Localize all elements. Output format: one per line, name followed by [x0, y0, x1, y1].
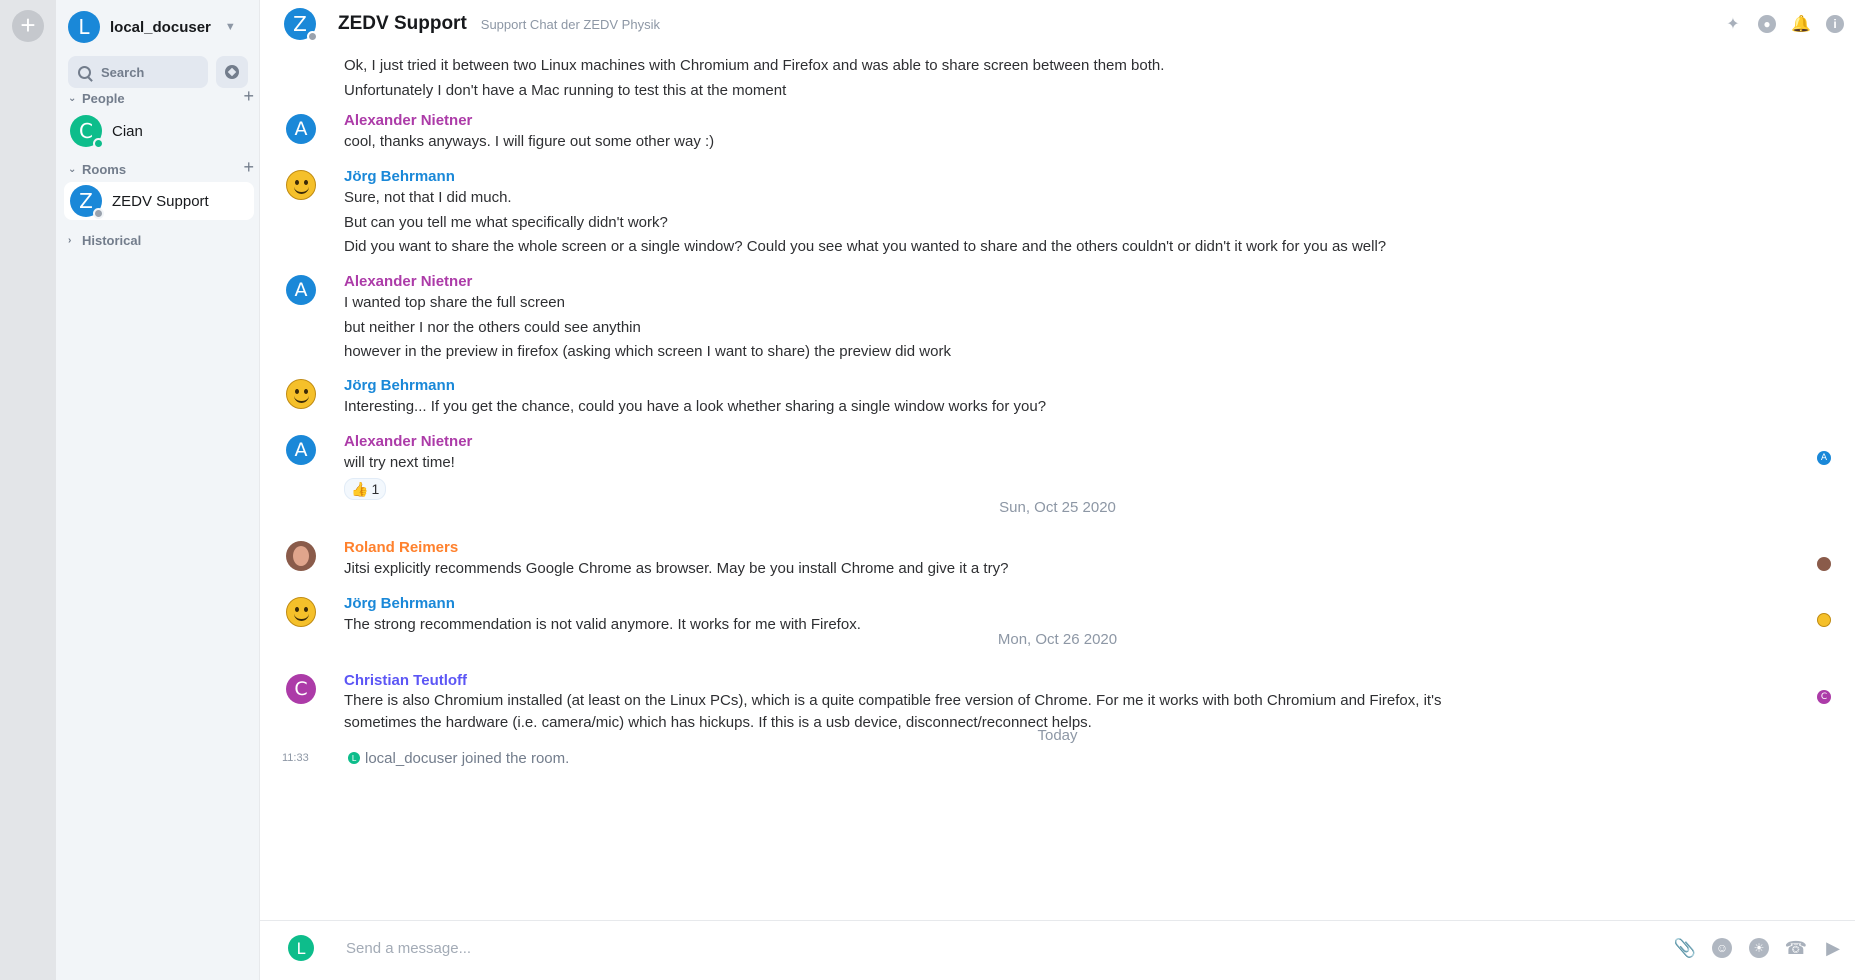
- section-historical-header[interactable]: › Historical: [68, 230, 254, 250]
- sender-name[interactable]: Alexander Nietner: [344, 433, 472, 450]
- people-item-label: Cian: [112, 122, 143, 140]
- message-body: I wanted top share the full screen: [344, 294, 565, 311]
- message-body: Ok, I just tried it between two Linux ma…: [344, 57, 1165, 74]
- section-historical-label: Historical: [82, 232, 142, 248]
- user-menu-button[interactable]: L local_docuser ▼: [68, 10, 254, 44]
- reaction-count: 1: [371, 481, 380, 497]
- composer-avatar: L: [288, 935, 314, 961]
- create-space-button[interactable]: +: [12, 10, 44, 42]
- search-icon[interactable]: ●: [1757, 14, 1777, 34]
- message-body: Sure, not that I did much.: [344, 189, 512, 206]
- search-icon: [78, 65, 91, 79]
- sender-name[interactable]: Roland Reimers: [344, 539, 458, 556]
- date-separator: Sun, Oct 25 2020: [999, 499, 1116, 516]
- emoji-icon[interactable]: ☺: [1712, 938, 1732, 958]
- message-body: however in the preview in firefox (askin…: [344, 343, 951, 360]
- chevron-right-icon: ›: [68, 234, 72, 246]
- message-body: But can you tell me what specifically di…: [344, 214, 668, 231]
- section-people-label: People: [82, 90, 125, 106]
- video-call-icon[interactable]: ▶: [1823, 938, 1843, 958]
- sender-name[interactable]: Jörg Behrmann: [344, 168, 455, 185]
- voice-call-icon[interactable]: ☎: [1785, 938, 1807, 958]
- reaction-thumbs-up[interactable]: 👍 1: [344, 478, 387, 500]
- room-header: Z ZEDV Support Support Chat der ZEDV Phy…: [260, 0, 1855, 48]
- add-person-button[interactable]: +: [243, 86, 254, 107]
- room-topic: Support Chat der ZEDV Physik: [480, 16, 660, 32]
- search-placeholder: Search: [101, 64, 145, 80]
- attachment-icon[interactable]: 📎: [1674, 938, 1696, 958]
- shield-icon: [307, 31, 318, 42]
- chevron-down-icon: ⌄: [68, 163, 77, 175]
- people-item-cian[interactable]: C Cian: [64, 112, 254, 150]
- message-composer: L Send a message... 📎 ☺ ☀ ☎ ▶: [260, 920, 1855, 980]
- room-item-label: ZEDV Support: [112, 192, 209, 210]
- avatar[interactable]: [286, 170, 316, 200]
- online-status-icon: [93, 138, 104, 149]
- avatar[interactable]: [286, 541, 316, 571]
- compass-icon: [225, 65, 239, 79]
- shield-icon: [93, 208, 104, 219]
- avatar[interactable]: A: [286, 435, 316, 465]
- timeline: Ok, I just tried it between two Linux ma…: [260, 48, 1855, 920]
- read-receipt-avatar[interactable]: [1817, 613, 1831, 627]
- chevron-down-icon: ▼: [224, 21, 236, 33]
- avatar: L: [348, 752, 360, 764]
- message-body: Interesting... If you get the chance, co…: [344, 398, 1047, 415]
- avatar[interactable]: [286, 597, 316, 627]
- sender-name[interactable]: Christian Teutloff: [344, 672, 467, 689]
- event-timestamp: 11:33: [282, 752, 309, 764]
- add-room-button[interactable]: +: [243, 157, 254, 178]
- threads-icon[interactable]: ✦: [1723, 14, 1743, 34]
- header-actions: ✦ ● 🔔 i: [1723, 14, 1845, 34]
- explore-rooms-button[interactable]: [216, 56, 248, 88]
- event-text: local_docuser joined the room.: [365, 749, 570, 767]
- read-receipt-avatar[interactable]: A: [1817, 451, 1831, 465]
- room-list-panel: L local_docuser ▼ Search ⌄ People + C Ci…: [56, 0, 260, 980]
- composer-actions: 📎 ☺ ☀ ☎ ▶: [1674, 938, 1843, 958]
- search-input[interactable]: Search: [68, 56, 208, 88]
- room-item-zedv-support[interactable]: Z ZEDV Support: [64, 182, 254, 220]
- chevron-down-icon: ⌄: [68, 92, 77, 104]
- membership-event: 11:33 L local_docuser joined the room.: [282, 748, 1831, 768]
- message-body: Did you want to share the whole screen o…: [344, 238, 1387, 255]
- thumbs-up-icon: 👍: [351, 480, 369, 497]
- avatar[interactable]: A: [286, 114, 316, 144]
- avatar[interactable]: [286, 379, 316, 409]
- sticker-icon[interactable]: ☀: [1749, 938, 1769, 958]
- message-body: will try next time!: [344, 454, 455, 471]
- sender-name[interactable]: Jörg Behrmann: [344, 595, 455, 612]
- message-body: Jitsi explicitly recommends Google Chrom…: [344, 560, 1009, 577]
- section-people-header[interactable]: ⌄ People +: [68, 86, 254, 108]
- message-body: cool, thanks anyways. I will figure out …: [344, 133, 715, 150]
- avatar: Z: [70, 185, 104, 219]
- sender-name[interactable]: Alexander Nietner: [344, 112, 472, 129]
- message-body: Unfortunately I don't have a Mac running…: [344, 82, 787, 99]
- user-name: local_docuser: [110, 18, 211, 36]
- sender-name[interactable]: Jörg Behrmann: [344, 377, 455, 394]
- date-separator: Mon, Oct 26 2020: [997, 631, 1118, 648]
- user-avatar: L: [68, 11, 100, 43]
- read-receipt-avatar[interactable]: [1817, 557, 1831, 571]
- spaces-rail: +: [0, 0, 56, 980]
- notifications-icon[interactable]: 🔔: [1791, 14, 1811, 34]
- message-input[interactable]: Send a message...: [346, 940, 471, 957]
- section-rooms-label: Rooms: [82, 161, 127, 177]
- room-info-icon[interactable]: i: [1825, 14, 1845, 34]
- date-separator: Today: [1037, 727, 1078, 744]
- section-rooms-header[interactable]: ⌄ Rooms +: [68, 157, 254, 179]
- avatar: C: [70, 115, 104, 149]
- room-avatar[interactable]: Z: [284, 8, 318, 42]
- message-body: but neither I nor the others could see a…: [344, 319, 641, 336]
- avatar[interactable]: C: [286, 674, 316, 704]
- sender-name[interactable]: Alexander Nietner: [344, 273, 472, 290]
- read-receipt-avatar[interactable]: C: [1817, 690, 1831, 704]
- avatar[interactable]: A: [286, 275, 316, 305]
- room-title[interactable]: ZEDV Support: [338, 13, 467, 35]
